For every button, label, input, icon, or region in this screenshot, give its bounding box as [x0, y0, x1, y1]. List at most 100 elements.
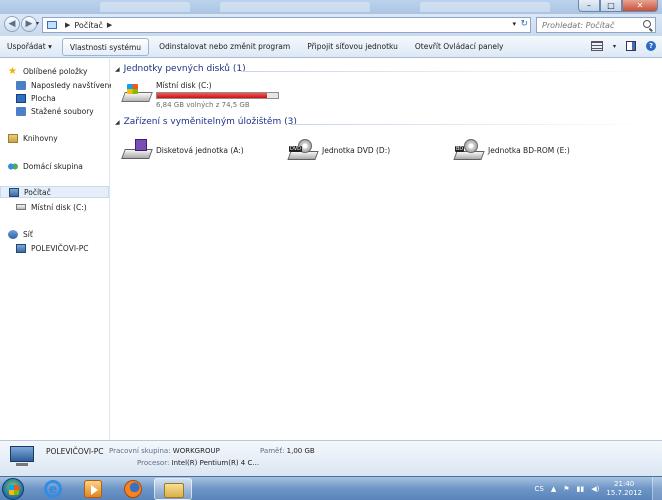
homegroup-icon [8, 161, 18, 171]
breadcrumb[interactable]: Počítač [74, 21, 103, 30]
maximize-button[interactable]: □ [600, 0, 622, 12]
disk-usage-fill [157, 93, 267, 98]
command-bar: Uspořádat ▾ Vlastnosti systému Odinstalo… [0, 36, 662, 58]
chevron-right-icon[interactable]: ▶ [65, 21, 70, 29]
address-dropdown-icon[interactable]: ▾ [512, 20, 516, 28]
navigation-bar: ◀ ▶ ▾ ▶ Počítač ▶ ▾ ↻ [0, 14, 662, 36]
disk-usage-bar [156, 92, 279, 99]
taskbar: e CS ▲ ⚑ ▮▮ ◀) 21:40 15.7.2012 [0, 476, 662, 500]
content-area: ◢ Jednotky pevných disků (1) Místní disk… [111, 59, 662, 440]
show-hidden-icons-icon[interactable]: ▲ [551, 485, 556, 493]
computer-icon [10, 446, 34, 466]
sidebar-item-label: Síť [23, 229, 33, 239]
taskbar-media-player[interactable] [74, 478, 112, 500]
firefox-icon [124, 480, 142, 498]
bd-drive-icon: BD [453, 139, 485, 161]
sidebar-item-label: Naposledy navštívené [31, 80, 114, 90]
drive-name: Místní disk (C:) [156, 81, 212, 90]
change-view-icon[interactable] [590, 41, 603, 51]
minimize-button[interactable]: – [578, 0, 600, 12]
drive-item-floppy[interactable]: Disketová jednotka (A:) [121, 139, 244, 161]
sidebar-item-computer[interactable]: Počítač [0, 186, 109, 198]
back-button[interactable]: ◀ [4, 16, 20, 32]
volume-icon[interactable]: ◀) [591, 485, 599, 493]
preview-pane-icon[interactable] [626, 41, 636, 51]
taskbar-internet-explorer[interactable]: e [34, 478, 72, 500]
group-title: Zařízení s vyměnitelným úložištěm (3) [123, 117, 297, 127]
network-status-icon[interactable]: ▮▮ [577, 485, 585, 493]
computer-icon [16, 243, 26, 253]
system-properties-button[interactable]: Vlastnosti systému [61, 37, 150, 56]
close-button[interactable]: ✕ [622, 0, 658, 12]
clock-date: 15.7.2012 [606, 489, 642, 497]
map-network-drive-button[interactable]: Připojit síťovou jednotku [300, 38, 405, 56]
sidebar-item-libraries[interactable]: Knihovny [8, 132, 58, 144]
navigation-pane: ★ Oblíbené položky Naposledy navštívené … [0, 59, 114, 440]
forward-button[interactable]: ▶ [21, 16, 37, 32]
system-tray: CS ▲ ⚑ ▮▮ ◀) 21:40 15.7.2012 [535, 477, 662, 500]
collapse-triangle-icon[interactable]: ◢ [115, 119, 120, 126]
desktop-icon [16, 93, 26, 103]
hard-drive-icon [121, 84, 153, 106]
dvd-badge: DVD [289, 146, 303, 152]
sidebar-item-recent[interactable]: Naposledy navštívené [16, 79, 114, 91]
clock[interactable]: 21:40 15.7.2012 [606, 480, 642, 498]
uninstall-program-button[interactable]: Odinstalovat nebo změnit program [152, 38, 297, 56]
memory-info: Paměť: 1,00 GB [260, 447, 315, 455]
sidebar-item-downloads[interactable]: Stažené soubory [16, 105, 94, 117]
drive-name: Jednotka BD-ROM (E:) [488, 145, 570, 155]
chevron-right-icon[interactable]: ▶ [107, 21, 112, 29]
sidebar-item-label: Místní disk (C:) [31, 202, 87, 212]
organize-button[interactable]: Uspořádat ▾ [0, 38, 59, 56]
sidebar-item-local-disk[interactable]: Místní disk (C:) [16, 201, 87, 213]
background-tab [420, 2, 550, 12]
open-control-panel-button[interactable]: Otevřít Ovládací panely [408, 38, 511, 56]
downloads-folder-icon [16, 106, 26, 116]
show-desktop-button[interactable] [652, 477, 662, 500]
taskbar-firefox[interactable] [114, 478, 152, 500]
network-icon [8, 229, 18, 239]
sidebar-item-network[interactable]: Síť [8, 228, 33, 240]
drive-free-space: 6,84 GB volných z 74,5 GB [156, 101, 250, 109]
collapse-triangle-icon[interactable]: ◢ [115, 66, 120, 73]
sidebar-item-network-pc[interactable]: POLEVIČOVI-PC [16, 242, 89, 254]
group-header-hard-drives[interactable]: ◢ Jednotky pevných disků (1) [115, 64, 246, 74]
group-header-removable[interactable]: ◢ Zařízení s vyměnitelným úložištěm (3) [115, 117, 297, 127]
address-bar[interactable]: ▶ Počítač ▶ ▾ ↻ [42, 17, 531, 33]
help-icon[interactable]: ? [646, 41, 656, 51]
refresh-icon[interactable]: ↻ [520, 19, 528, 29]
search-box[interactable] [536, 17, 656, 33]
computer-icon [47, 21, 57, 29]
drive-item-local-disk[interactable]: Místní disk (C:) 6,84 GB volných z 74,5 … [121, 81, 279, 109]
workgroup-info: Pracovní skupina: WORKGROUP [109, 447, 220, 455]
star-icon: ★ [8, 65, 17, 77]
sidebar-item-label: Stažené soubory [31, 106, 94, 116]
hard-drive-icon [16, 204, 26, 210]
sidebar-item-label: Oblíbené položky [23, 66, 88, 76]
language-indicator[interactable]: CS [535, 485, 544, 493]
sidebar-item-homegroup[interactable]: Domácí skupina [8, 160, 83, 172]
window-controls: – □ ✕ [578, 0, 658, 12]
search-input[interactable] [542, 20, 642, 30]
taskbar-windows-explorer[interactable] [154, 478, 192, 500]
background-tab [100, 2, 190, 12]
group-divider [291, 124, 656, 125]
view-dropdown-icon[interactable]: ▾ [613, 43, 616, 50]
sidebar-item-label: Knihovny [23, 133, 58, 143]
dvd-drive-icon: DVD [287, 139, 319, 161]
sidebar-item-favorites[interactable]: ★ Oblíbené položky [8, 65, 87, 77]
recent-places-icon [16, 80, 26, 90]
drive-item-bd-rom[interactable]: BD Jednotka BD-ROM (E:) [453, 139, 570, 161]
action-center-flag-icon[interactable]: ⚑ [563, 485, 569, 493]
drive-item-dvd[interactable]: DVD Jednotka DVD (D:) [287, 139, 390, 161]
search-icon[interactable] [643, 20, 651, 28]
sidebar-item-label: Počítač [24, 187, 51, 197]
recent-pages-chevron-icon[interactable]: ▾ [36, 20, 39, 27]
start-button[interactable] [2, 478, 24, 500]
clock-time: 21:40 [614, 480, 635, 488]
media-player-icon [84, 480, 102, 498]
windows-logo-icon [9, 485, 19, 495]
sidebar-item-desktop[interactable]: Plocha [16, 92, 56, 104]
sidebar-item-label: POLEVIČOVI-PC [31, 243, 89, 253]
computer-name: POLEVIČOVI-PC [46, 447, 104, 456]
